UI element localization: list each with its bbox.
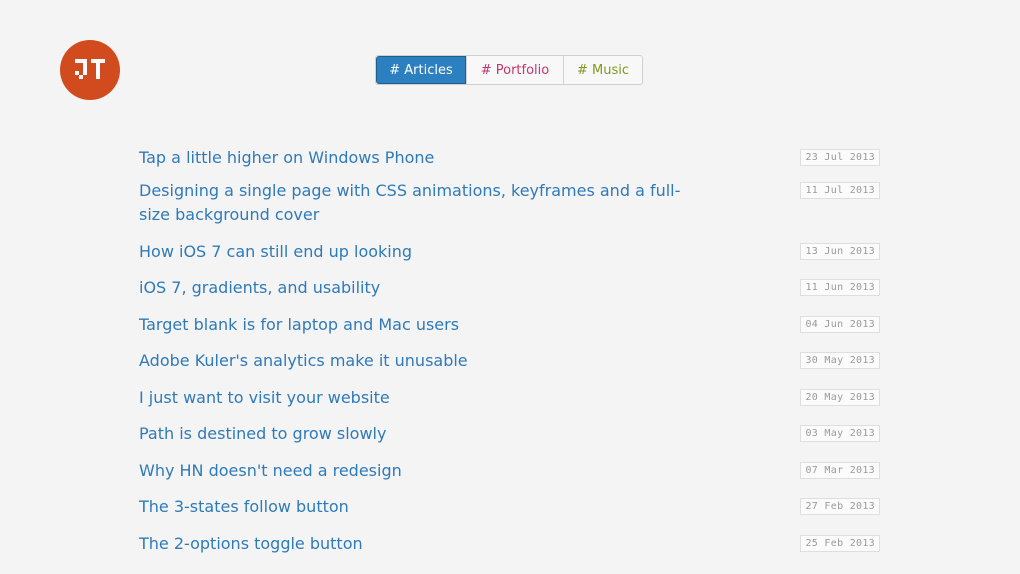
list-item: I just want to visit your website 20 May…: [139, 386, 880, 422]
article-link[interactable]: The 3-states follow button: [139, 495, 699, 519]
list-item: Why HN doesn't need a redesign 07 Mar 20…: [139, 459, 880, 495]
list-item: How iOS 7 can still end up looking 13 Ju…: [139, 240, 880, 276]
tab-portfolio[interactable]: # Portfolio: [466, 56, 563, 84]
jt-monogram-icon: [75, 59, 105, 79]
article-link[interactable]: Why HN doesn't need a redesign: [139, 459, 699, 483]
tab-music[interactable]: # Music: [563, 56, 642, 84]
list-item: Designing a single page with CSS animati…: [139, 179, 880, 240]
list-item: Tap a little higher on Windows Phone 23 …: [139, 146, 880, 179]
article-link[interactable]: Adobe Kuler's analytics make it unusable: [139, 349, 699, 373]
article-link[interactable]: How iOS 7 can still end up looking: [139, 240, 699, 264]
list-item: Adobe Kuler's analytics make it unusable…: [139, 349, 880, 386]
article-link[interactable]: Tap a little higher on Windows Phone: [139, 146, 699, 170]
article-date: 11 Jul 2013: [800, 182, 880, 199]
list-item: Path is destined to grow slowly 03 May 2…: [139, 422, 880, 459]
logo[interactable]: [60, 40, 120, 100]
tab-articles[interactable]: # Articles: [376, 56, 466, 84]
page: # Articles # Portfolio # Music Tap a lit…: [0, 0, 1020, 574]
article-link[interactable]: I just want to visit your website: [139, 386, 699, 410]
article-date: 27 Feb 2013: [800, 498, 880, 515]
list-item: The 2-options toggle button 25 Feb 2013: [139, 532, 880, 568]
article-date: 04 Jun 2013: [800, 316, 880, 333]
article-link[interactable]: Target blank is for laptop and Mac users: [139, 313, 699, 337]
article-date: 30 May 2013: [800, 352, 880, 369]
article-link[interactable]: iOS 7, gradients, and usability: [139, 276, 699, 300]
list-item: The 3-states follow button 27 Feb 2013: [139, 495, 880, 532]
article-date: 25 Feb 2013: [800, 535, 880, 552]
article-date: 07 Mar 2013: [800, 462, 880, 479]
article-date: 03 May 2013: [800, 425, 880, 442]
article-link[interactable]: Path is destined to grow slowly: [139, 422, 699, 446]
list-item: iOS 7, gradients, and usability 11 Jun 2…: [139, 276, 880, 313]
article-date: 23 Jul 2013: [800, 149, 880, 166]
section-tabs: # Articles # Portfolio # Music: [375, 55, 643, 85]
article-date: 13 Jun 2013: [800, 243, 880, 260]
article-date: 11 Jun 2013: [800, 279, 880, 296]
article-link[interactable]: The 2-options toggle button: [139, 532, 699, 556]
list-item: Target blank is for laptop and Mac users…: [139, 313, 880, 349]
article-link[interactable]: Designing a single page with CSS animati…: [139, 179, 699, 227]
article-list: Tap a little higher on Windows Phone 23 …: [139, 146, 880, 568]
article-date: 20 May 2013: [800, 389, 880, 406]
